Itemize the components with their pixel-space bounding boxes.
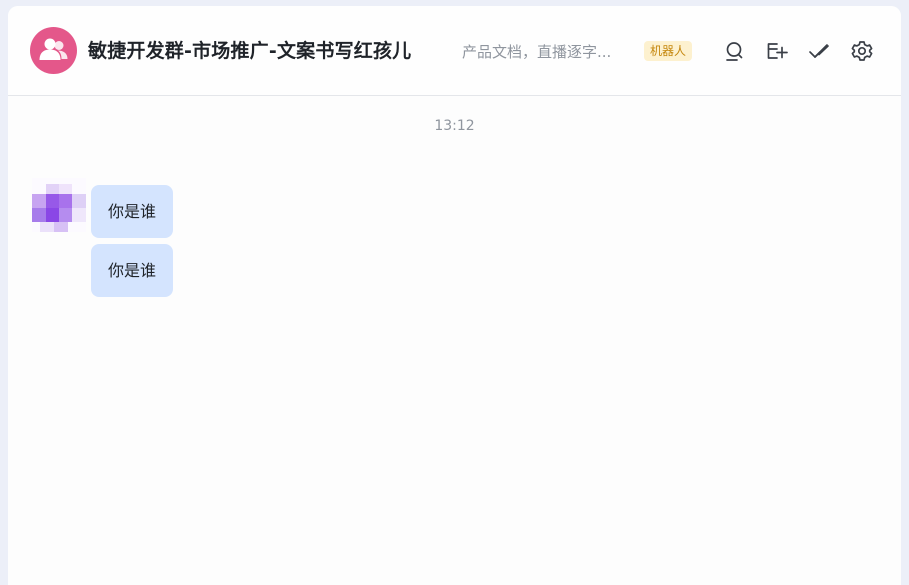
group-title[interactable]: 敏捷开发群-市场推广-文案书写红孩儿 (88, 36, 411, 63)
avatar-image (32, 178, 86, 232)
checkmark-icon[interactable] (807, 39, 831, 63)
message-bubble[interactable]: 你是谁 (91, 244, 174, 297)
settings-gear-icon[interactable] (850, 39, 874, 63)
bot-badge: 机器人 (644, 41, 693, 61)
chat-window: 敏捷开发群-市场推广-文案书写红孩儿 产品文档，直播逐字... 机器人 13:1… (8, 6, 901, 585)
group-avatar[interactable] (30, 27, 77, 74)
group-users-icon (39, 38, 68, 60)
sender-avatar[interactable] (32, 178, 86, 232)
chat-header: 敏捷开发群-市场推广-文案书写红孩儿 产品文档，直播逐字... 机器人 (8, 6, 901, 96)
message-timestamp: 13:12 (434, 118, 475, 134)
message-bubble[interactable]: 你是谁 (91, 185, 174, 238)
group-description[interactable]: 产品文档，直播逐字... (462, 41, 611, 62)
search-icon[interactable] (722, 39, 746, 63)
add-tab-icon[interactable] (764, 39, 788, 63)
